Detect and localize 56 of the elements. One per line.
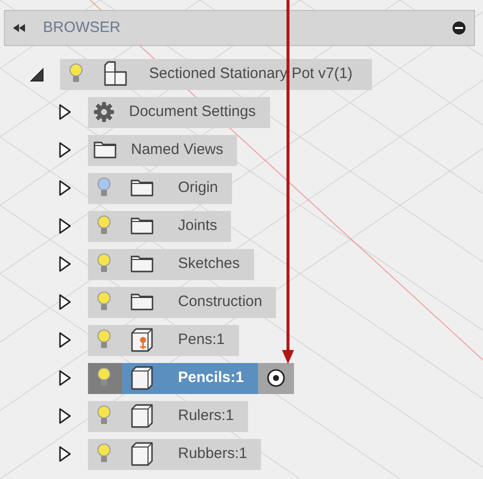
light-bulb-icon[interactable] xyxy=(97,291,111,313)
active-radio-icon[interactable] xyxy=(266,368,286,388)
tree-item[interactable]: Joints xyxy=(88,210,232,242)
expand-triangle-icon[interactable] xyxy=(58,179,72,197)
tree-item[interactable]: Rubbers:1 xyxy=(88,438,262,470)
tree-item[interactable]: Document Settings xyxy=(88,96,270,128)
expand-triangle-icon[interactable] xyxy=(58,103,72,121)
light-bulb-icon[interactable] xyxy=(97,215,111,237)
tree-item-label: Joints xyxy=(177,216,218,236)
expand-triangle-icon[interactable] xyxy=(58,331,72,349)
folder-icon xyxy=(130,292,154,312)
tree-item[interactable]: Sketches xyxy=(88,248,254,280)
minimize-icon[interactable] xyxy=(452,21,466,35)
tree-item-label: Sketches xyxy=(177,254,240,274)
tree-item-label: Origin xyxy=(177,178,218,198)
light-bulb-icon[interactable] xyxy=(97,443,111,465)
gear-icon xyxy=(93,101,115,123)
tree-item-label: Pens:1 xyxy=(177,330,225,350)
expand-triangle-icon[interactable] xyxy=(58,407,72,425)
tree-item-label: Rubbers:1 xyxy=(177,444,248,464)
component-icon xyxy=(103,61,129,87)
light-bulb-icon[interactable] xyxy=(97,253,111,275)
tree-item-label: Document Settings xyxy=(129,102,256,122)
tree-root-item[interactable]: Sectioned Stationary Pot v7(1) xyxy=(60,58,372,90)
expand-triangle-icon[interactable] xyxy=(58,445,72,463)
tree-item[interactable]: Origin xyxy=(88,172,232,204)
collapse-panel-icon[interactable] xyxy=(13,24,25,32)
collapse-triangle-icon[interactable] xyxy=(30,65,44,83)
light-bulb-icon[interactable] xyxy=(69,63,83,85)
folder-icon xyxy=(130,216,154,236)
cube-icon xyxy=(130,441,154,467)
panel-title: BROWSER xyxy=(43,18,122,38)
expand-triangle-icon[interactable] xyxy=(58,141,72,159)
tree-item[interactable]: Construction xyxy=(88,286,276,318)
expand-triangle-icon[interactable] xyxy=(58,217,72,235)
expand-triangle-icon[interactable] xyxy=(58,369,72,387)
tree-item-label: Rulers:1 xyxy=(177,406,234,426)
light-bulb-icon[interactable] xyxy=(97,329,111,351)
light-bulb-icon[interactable] xyxy=(97,405,111,427)
folder-icon xyxy=(130,254,154,274)
cube-icon xyxy=(130,365,154,391)
folder-icon xyxy=(130,178,154,198)
tree-item[interactable]: Rulers:1 xyxy=(88,400,248,432)
tree-item-label: Pencils:1 xyxy=(177,368,244,388)
cube-icon xyxy=(130,403,154,429)
tree-item-label: Construction xyxy=(177,292,262,312)
tree-item[interactable]: Named Views xyxy=(88,134,238,166)
tree-item[interactable]: Pens:1 xyxy=(88,324,239,356)
expand-triangle-icon[interactable] xyxy=(58,293,72,311)
tree-item[interactable]: Pencils:1 xyxy=(88,362,294,394)
tree-item-label: Sectioned Stationary Pot v7(1) xyxy=(149,64,352,84)
folder-icon xyxy=(93,140,117,160)
expand-triangle-icon[interactable] xyxy=(58,255,72,273)
tree-item-label: Named Views xyxy=(131,140,224,160)
pinned-cube-icon xyxy=(130,327,154,353)
light-bulb-icon[interactable] xyxy=(97,367,111,389)
